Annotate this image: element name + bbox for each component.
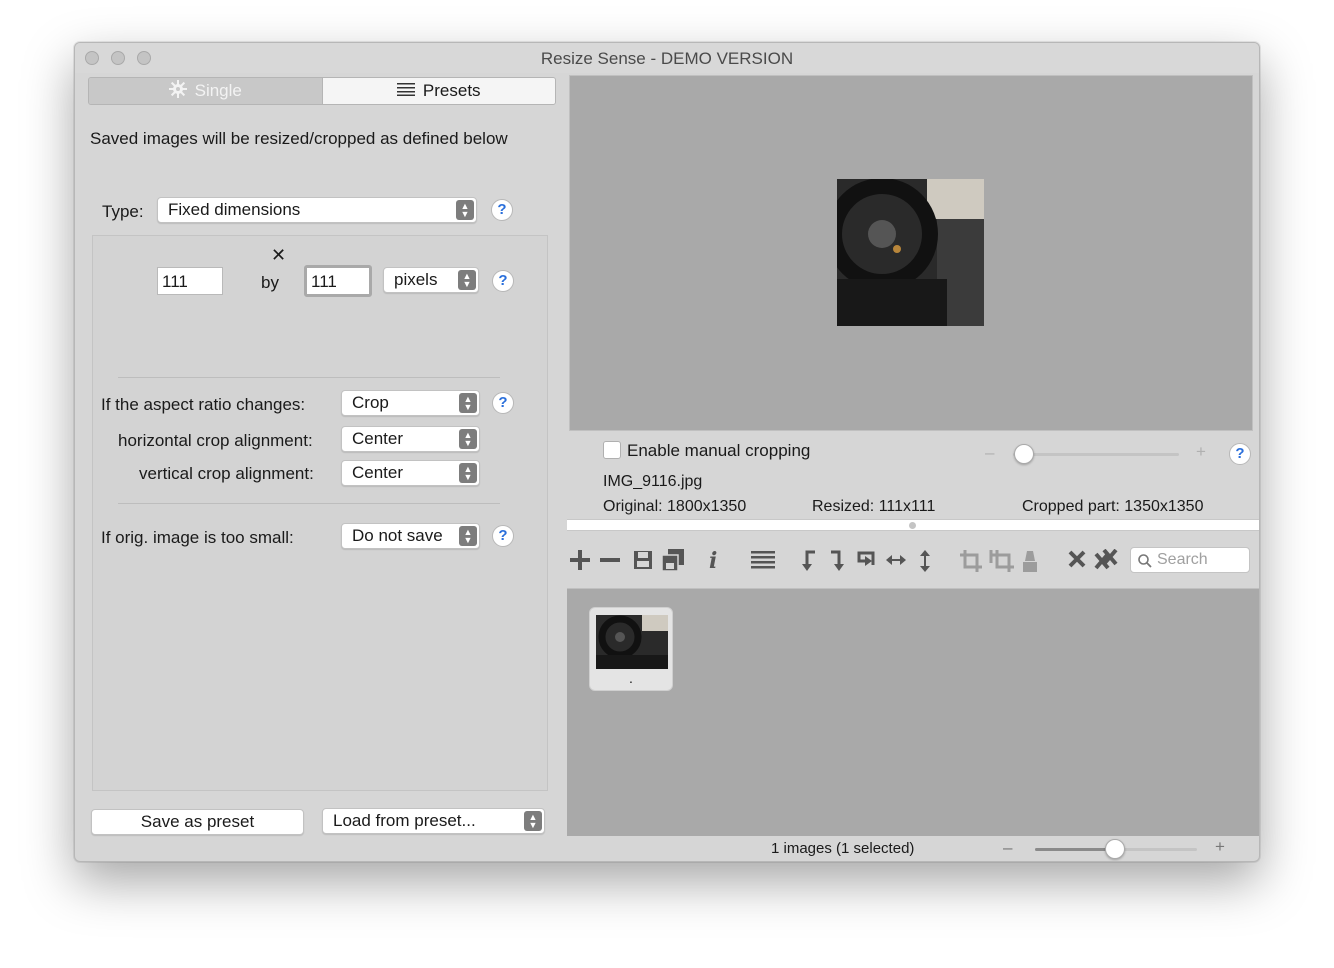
list-icon (396, 81, 415, 101)
title-bar: Resize Sense - DEMO VERSION (75, 43, 1259, 73)
type-popup[interactable]: Fixed dimensions ▲ ▼ (157, 197, 477, 223)
gear-icon (168, 79, 187, 103)
separator (118, 503, 500, 504)
flip-vertical-icon[interactable] (917, 549, 933, 578)
help-type-button[interactable]: ? (491, 199, 513, 221)
width-field[interactable]: 111 (157, 267, 223, 295)
manual-crop-label: Enable manual cropping (627, 441, 811, 460)
chevron-updown-icon: ▲ ▼ (459, 429, 477, 449)
crop-zoom-minus[interactable]: – (985, 443, 994, 463)
window-title: Resize Sense - DEMO VERSION (540, 49, 794, 68)
thumb-zoom-minus[interactable]: – (1003, 838, 1012, 858)
thumb-zoom-slider-fill (1035, 848, 1115, 851)
delete-icon[interactable] (1067, 549, 1087, 574)
mode-segment-control: Single Presets (88, 77, 556, 105)
rotate-180-icon[interactable] (855, 549, 877, 578)
list-icon[interactable] (751, 549, 775, 576)
tab-single[interactable]: Single (89, 78, 323, 104)
help-crop-button[interactable]: ? (1229, 443, 1251, 465)
help-aspect-button[interactable]: ? (492, 392, 514, 414)
type-label: Type: (102, 202, 144, 221)
remove-icon[interactable] (599, 549, 621, 576)
tab-presets-label: Presets (422, 81, 481, 100)
search-icon (1138, 554, 1152, 573)
cropped-size-text: Cropped part: 1350x1350 (1022, 498, 1204, 515)
unit-popup-value: pixels (394, 270, 438, 289)
help-too-small-button[interactable]: ? (492, 525, 514, 547)
load-preset-popup[interactable]: Load from preset... ▲ ▼ (322, 808, 545, 834)
save-all-icon[interactable] (660, 549, 686, 578)
filename-text: IMG_9116.jpg (603, 473, 703, 490)
chevron-updown-icon: ▲ ▼ (459, 393, 477, 413)
chevron-updown-icon: ▲ ▼ (456, 200, 474, 220)
status-text: 1 images (1 selected) (771, 840, 915, 857)
vertical-crop-popup-value: Center (352, 463, 404, 482)
delete-all-icon[interactable] (1093, 548, 1119, 576)
settings-box (92, 235, 548, 791)
flip-horizontal-icon[interactable] (885, 549, 907, 576)
rotate-left-icon[interactable] (799, 549, 819, 578)
original-size-text: Original: 1800x1350 (603, 498, 747, 515)
horizontal-crop-label: horizontal crop alignment: (118, 431, 313, 450)
vertical-crop-label: vertical crop alignment: (139, 464, 314, 483)
chevron-updown-icon: ▲ ▼ (459, 463, 477, 483)
aspect-ratio-label: If the aspect ratio changes: (101, 395, 306, 414)
load-preset-popup-label: Load from preset... (333, 811, 476, 830)
resized-size-text: Resized: 111x111 (812, 498, 936, 515)
save-icon[interactable] (632, 549, 654, 576)
help-dimensions-button[interactable]: ? (492, 270, 514, 292)
aspect-ratio-popup[interactable]: Crop ▲ ▼ (341, 390, 480, 416)
aspect-ratio-popup-value: Crop (352, 393, 389, 412)
image-preview-area[interactable] (569, 75, 1253, 431)
too-small-popup[interactable]: Do not save ▲ ▼ (341, 523, 480, 549)
thumb-zoom-plus[interactable]: + (1215, 837, 1225, 857)
crop-zoom-plus[interactable]: + (1196, 442, 1206, 462)
tab-presets[interactable]: Presets (322, 78, 555, 104)
chevron-updown-icon: ▲ ▼ (524, 811, 542, 831)
clear-icon[interactable] (1019, 549, 1041, 578)
tab-single-label: Single (194, 81, 242, 100)
too-small-label: If orig. image is too small: (101, 528, 294, 547)
crop-zoom-slider-track[interactable] (1013, 453, 1179, 456)
horizontal-crop-popup-value: Center (352, 429, 404, 448)
add-icon[interactable] (569, 549, 591, 576)
divider-handle[interactable] (909, 522, 916, 529)
manual-crop-checkbox[interactable] (603, 441, 621, 459)
too-small-popup-value: Do not save (352, 526, 443, 545)
swap-dimensions-button[interactable]: ✕ (271, 245, 286, 266)
horizontal-crop-popup[interactable]: Center ▲ ▼ (341, 426, 480, 452)
thumbnail-item[interactable]: . (589, 607, 673, 691)
rotate-right-icon[interactable] (827, 549, 847, 578)
height-field[interactable]: 111 (304, 265, 372, 297)
vertical-crop-popup[interactable]: Center ▲ ▼ (341, 460, 480, 486)
app-window: Resize Sense - DEMO VERSION Single Prese… (74, 42, 1260, 862)
thumbnail-grid[interactable]: . (567, 588, 1259, 836)
save-as-preset-button[interactable]: Save as preset (91, 809, 304, 835)
separator (118, 377, 500, 378)
description-text: Saved images will be resized/cropped as … (90, 129, 508, 148)
crop-all-icon[interactable] (987, 549, 1015, 578)
info-icon[interactable]: i (709, 549, 717, 573)
thumb-zoom-slider-knob[interactable] (1105, 839, 1125, 859)
chevron-updown-icon: ▲ ▼ (459, 526, 477, 546)
unit-popup[interactable]: pixels ▲ ▼ (383, 267, 479, 293)
split-view-divider[interactable] (567, 519, 1259, 531)
by-label: by (261, 273, 279, 292)
crop-zoom-slider-knob[interactable] (1014, 444, 1034, 464)
preview-image (837, 179, 984, 326)
type-popup-value: Fixed dimensions (168, 200, 301, 219)
crop-icon[interactable] (959, 549, 983, 578)
thumbnail-caption: . (629, 670, 633, 686)
chevron-updown-icon: ▲ ▼ (458, 270, 476, 290)
thumbnail-image (596, 615, 668, 669)
